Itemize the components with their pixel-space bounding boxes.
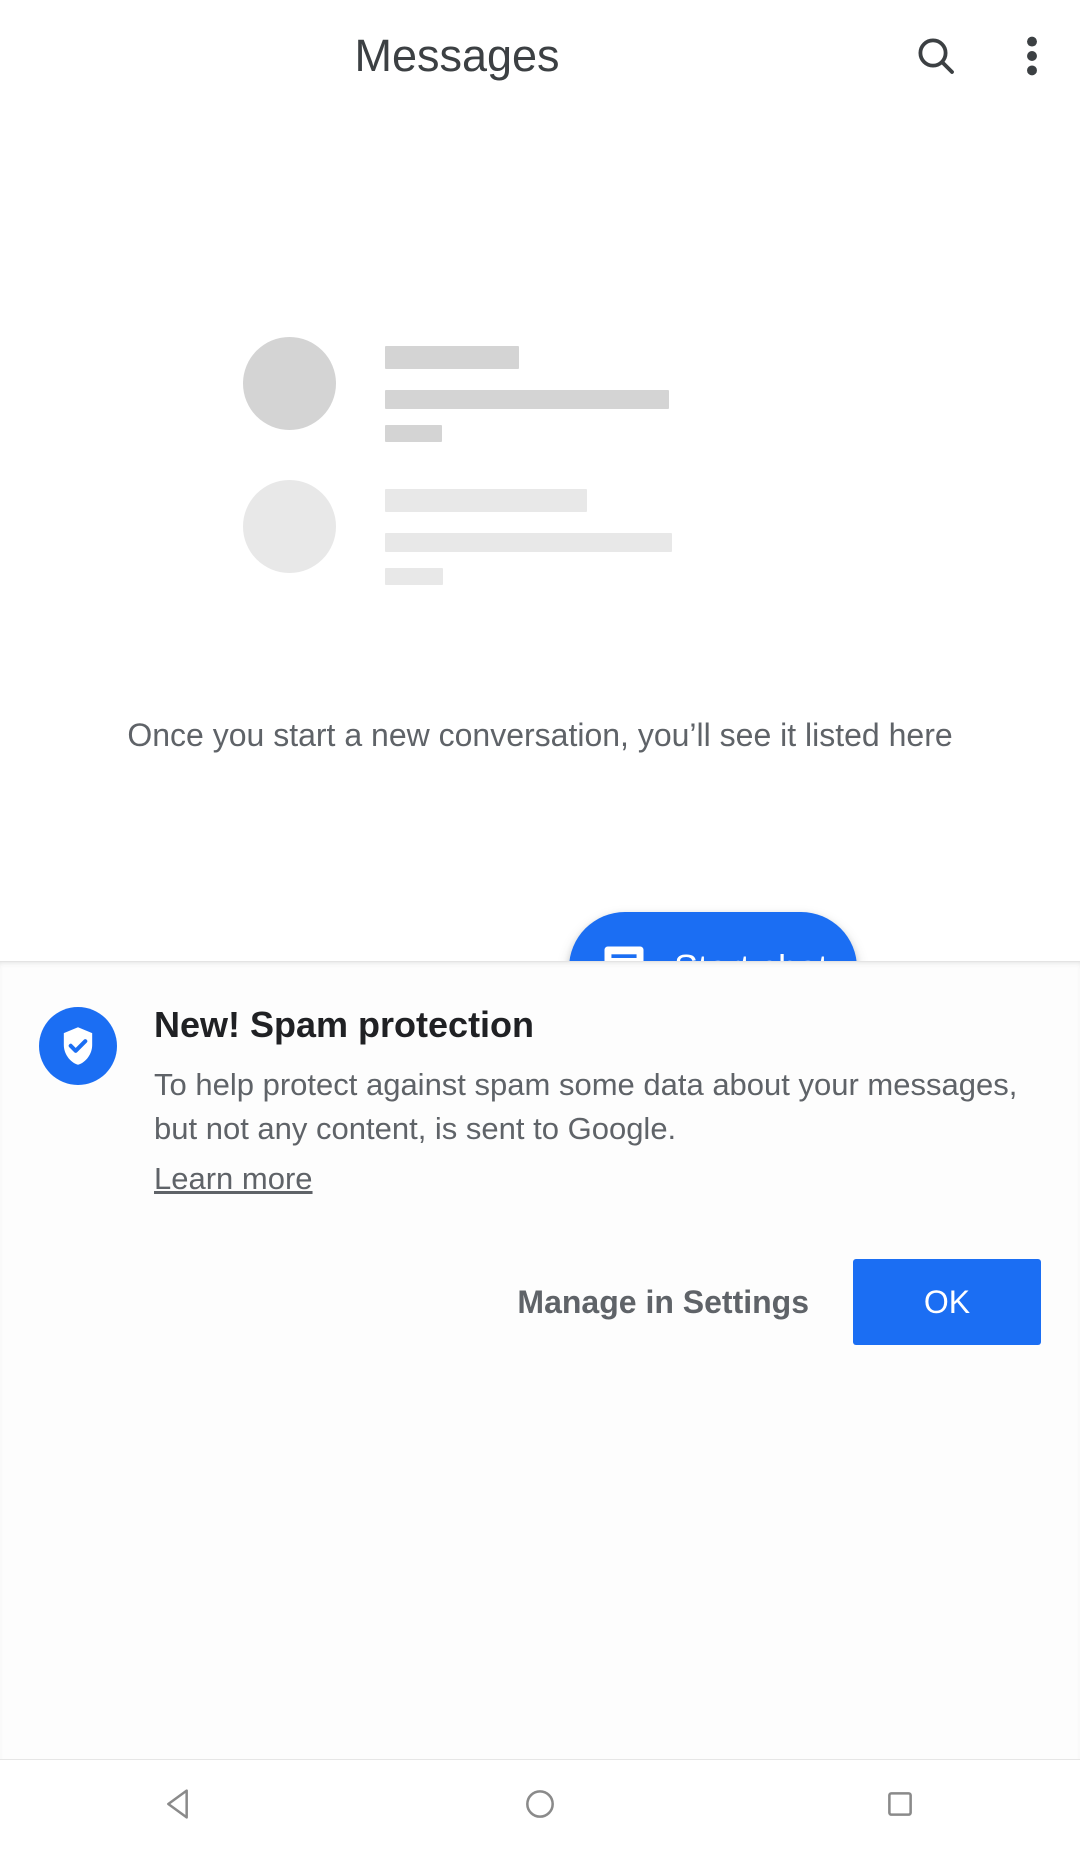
ok-button[interactable]: OK	[853, 1259, 1041, 1345]
app-bar-actions	[888, 0, 1080, 112]
spam-protection-card: New! Spam protection To help protect aga…	[0, 961, 1080, 1762]
nav-home-button[interactable]	[360, 1760, 720, 1852]
back-triangle-icon	[160, 1784, 200, 1829]
spam-protection-content: New! Spam protection To help protect aga…	[39, 1001, 1041, 1201]
app-bar: Messages	[0, 0, 1080, 112]
skeleton-bar	[385, 390, 669, 409]
spam-protection-actions: Manage in Settings OK	[507, 1259, 1041, 1345]
search-button[interactable]	[888, 0, 984, 112]
skeleton-bar	[385, 568, 443, 585]
shield-check-icon	[39, 1007, 117, 1085]
skeleton-lines	[385, 337, 669, 442]
skeleton-bar	[385, 346, 519, 369]
spam-protection-title: New! Spam protection	[154, 1001, 1041, 1049]
skeleton-row	[243, 480, 843, 585]
manage-in-settings-button[interactable]: Manage in Settings	[507, 1266, 819, 1339]
learn-more-link[interactable]: Learn more	[154, 1157, 313, 1201]
nav-back-button[interactable]	[0, 1760, 360, 1852]
page-title: Messages	[0, 0, 914, 112]
recents-square-icon	[883, 1787, 917, 1826]
home-circle-icon	[521, 1785, 559, 1828]
more-vert-icon	[1012, 32, 1052, 80]
spam-protection-texts: New! Spam protection To help protect aga…	[154, 1001, 1041, 1201]
skeleton-bar	[385, 489, 587, 512]
skeleton-bar	[385, 533, 672, 552]
conversation-list-empty-state: Once you start a new conversation, you’l…	[0, 112, 1080, 960]
skeleton-row	[243, 337, 843, 442]
conversation-skeleton	[243, 337, 843, 623]
skeleton-lines	[385, 480, 672, 585]
nav-recents-button[interactable]	[720, 1760, 1080, 1852]
overflow-menu-button[interactable]	[984, 0, 1080, 112]
skeleton-avatar	[243, 337, 336, 430]
spam-protection-body: To help protect against spam some data a…	[154, 1063, 1041, 1151]
skeleton-bar	[385, 425, 442, 442]
spam-protection-header: New! Spam protection To help protect aga…	[39, 1001, 1041, 1201]
android-navigation-bar	[0, 1759, 1080, 1852]
empty-state-message: Once you start a new conversation, you’l…	[120, 714, 960, 756]
skeleton-avatar	[243, 480, 336, 573]
search-icon	[912, 32, 960, 80]
